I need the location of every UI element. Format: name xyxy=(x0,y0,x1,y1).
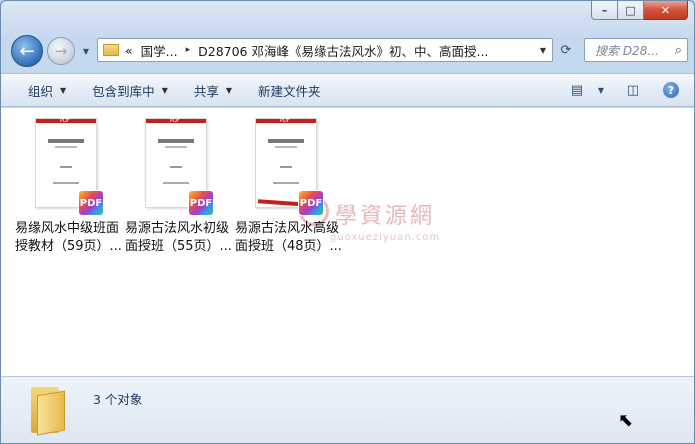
preview-pane-button[interactable]: ◫ xyxy=(618,78,648,102)
organize-menu[interactable]: 组织 ▼ xyxy=(1,81,79,100)
file-name[interactable]: 易源古法风水高级 面授班（48页）... xyxy=(235,220,342,256)
file-name-line1: 易源古法风水高级 xyxy=(235,221,340,236)
refresh-button[interactable]: ⟳ xyxy=(554,38,578,62)
file-name-line2: 面授班（48页）... xyxy=(235,239,342,254)
refresh-icon: ⟳ xyxy=(560,42,572,58)
command-bar: 组织 ▼ 包含到库中 ▼ 共享 ▼ 新建文件夹 ▤ ▼ ◫ ? xyxy=(1,73,694,107)
breadcrumb-segment-current[interactable]: D28706 邓海峰《易缘古法风水》初、中、高面授... xyxy=(198,41,488,60)
details-pane: 3 个对象 ⬉ xyxy=(1,376,694,443)
explorer-window: – □ ✕ ← → ▼ « 国学... ▸ D28706 邓海峰《易缘古法风水》… xyxy=(0,0,695,444)
file-name[interactable]: 易缘风水中级班面 授教材（59页）... xyxy=(15,220,122,256)
pdf-badge-label: PDF xyxy=(299,197,323,209)
breadcrumb-segment-guoxue[interactable]: 国学... xyxy=(141,41,178,60)
caption-buttons: – □ ✕ xyxy=(591,1,688,20)
new-folder-button[interactable]: 新建文件夹 xyxy=(245,81,334,100)
address-overflow-chevron[interactable]: « xyxy=(125,43,133,58)
folder-icon xyxy=(103,44,119,56)
share-menu[interactable]: 共享 ▼ xyxy=(181,81,245,100)
change-view-button[interactable]: ▤ xyxy=(562,78,592,102)
view-options-button[interactable]: ▼ xyxy=(592,78,610,102)
back-button[interactable]: ← xyxy=(11,35,43,67)
breadcrumb-separator-icon[interactable]: ▸ xyxy=(186,45,191,55)
thumbnail-pdf-label: PDF xyxy=(60,118,70,124)
share-label: 共享 xyxy=(193,83,219,99)
pdf-badge-label: PDF xyxy=(79,197,103,209)
arrow-left-icon: ← xyxy=(19,40,35,62)
address-bar[interactable]: « 国学... ▸ D28706 邓海峰《易缘古法风水》初、中、高面授... ▼ xyxy=(97,38,553,62)
organize-label: 组织 xyxy=(28,83,54,99)
file-name-line1: 易缘风水中级班面 xyxy=(15,221,120,236)
pdf-icon: PDF xyxy=(188,190,214,216)
file-list-area[interactable]: 學資源網 guoxueziyuan.com PDF PDF 易缘风水中级班面 授… xyxy=(1,108,694,376)
thumbnail-pdf-label: PDF xyxy=(280,118,290,124)
watermark-url: guoxueziyuan.com xyxy=(330,232,441,243)
folder-icon xyxy=(31,387,65,436)
address-dropdown-icon[interactable]: ▼ xyxy=(540,46,546,55)
search-icon[interactable]: ⌕ xyxy=(675,43,682,58)
pdf-icon: PDF xyxy=(78,190,104,216)
include-in-library-label: 包含到库中 xyxy=(92,83,155,99)
search-placeholder: 搜索 D28... xyxy=(595,43,659,58)
include-in-library-menu[interactable]: 包含到库中 ▼ xyxy=(79,81,181,100)
pdf-icon: PDF xyxy=(298,190,324,216)
close-button[interactable]: ✕ xyxy=(644,1,688,20)
chevron-down-icon: ▼ xyxy=(60,85,67,95)
file-name-line1: 易源古法风水初级 xyxy=(125,221,230,236)
chevron-down-icon: ▼ xyxy=(82,46,90,56)
command-bar-right: ▤ ▼ ◫ ? xyxy=(562,74,694,106)
item-count: 3 个对象 xyxy=(93,392,143,407)
view-icon: ▤ xyxy=(570,82,584,98)
file-name-line2: 授教材（59页）... xyxy=(15,239,122,254)
maximize-button[interactable]: □ xyxy=(618,1,644,20)
arrow-right-icon: → xyxy=(54,42,68,60)
minimize-button[interactable]: – xyxy=(591,1,618,20)
preview-pane-icon: ◫ xyxy=(626,82,640,98)
thumbnail-pdf-label: PDF xyxy=(170,118,180,124)
chevron-down-icon: ▼ xyxy=(597,85,605,95)
help-icon: ? xyxy=(663,82,679,98)
chevron-down-icon: ▼ xyxy=(225,85,233,95)
pdf-badge-label: PDF xyxy=(189,197,213,209)
mouse-cursor-icon: ⬉ xyxy=(618,410,634,431)
help-button[interactable]: ? xyxy=(656,78,686,102)
chevron-down-icon: ▼ xyxy=(161,85,168,95)
file-name-line2: 面授班（55页）... xyxy=(125,239,232,254)
new-folder-label: 新建文件夹 xyxy=(258,83,321,99)
file-name[interactable]: 易源古法风水初级 面授班（55页）... xyxy=(125,220,232,256)
forward-button[interactable]: → xyxy=(47,37,75,65)
recent-pages-button[interactable]: ▼ xyxy=(79,45,93,57)
search-input[interactable]: 搜索 D28... ⌕ xyxy=(584,38,688,62)
